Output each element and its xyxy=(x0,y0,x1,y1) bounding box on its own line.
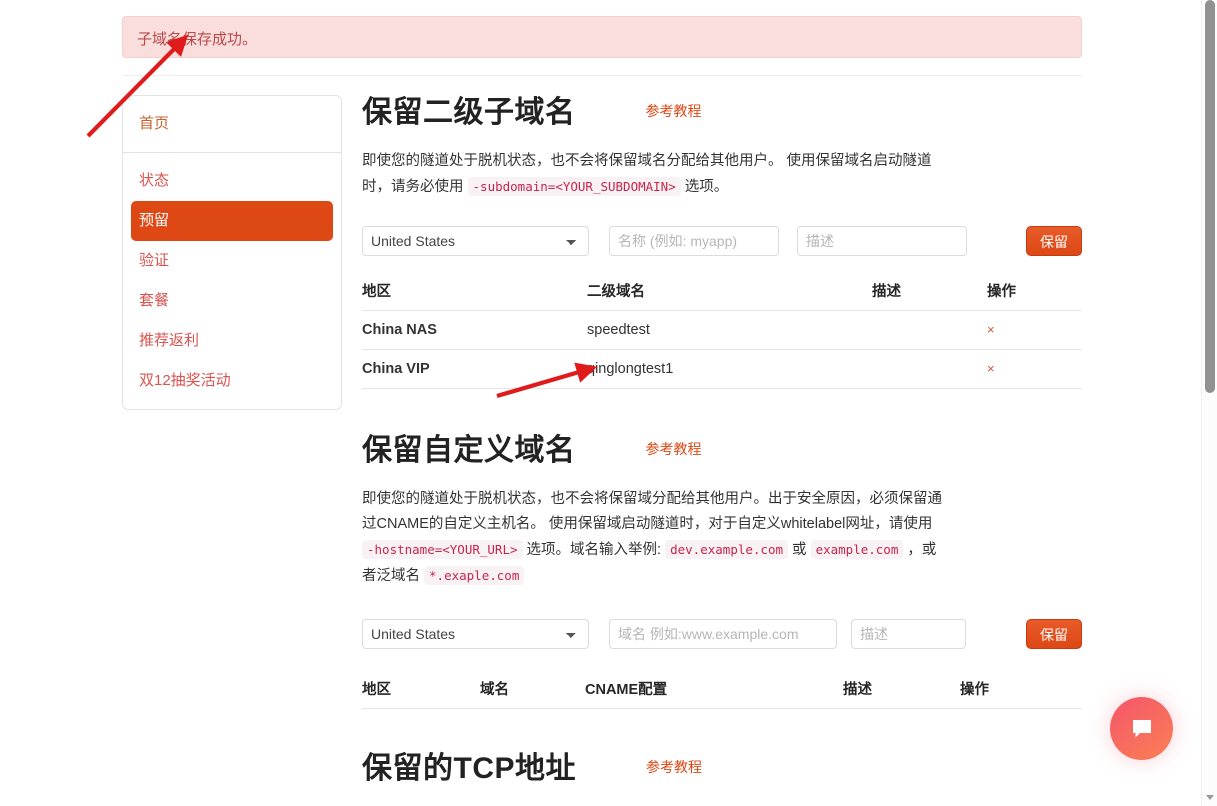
success-alert: 子域名保存成功。 xyxy=(122,16,1082,58)
subdomain-row0-desc xyxy=(872,310,987,350)
customdomain-example-code-1: dev.example.com xyxy=(665,540,788,559)
subdomain-row1-domain: qinglongtest1 xyxy=(587,349,872,389)
customdomain-desc-text-3: 或 xyxy=(792,542,807,558)
customdomain-th-region: 地区 xyxy=(362,670,480,709)
sidebar-item-referral[interactable]: 推荐返利 xyxy=(123,321,341,361)
subdomain-tutorial-link[interactable]: 参考教程 xyxy=(646,101,702,121)
main-row: 首页 状态 预留 验证 套餐 推荐返利 双12抽奖活动 保留二级子域名 参考教程… xyxy=(122,95,1082,806)
scroll-down-arrow-icon[interactable] xyxy=(1206,795,1214,800)
chat-widget-button[interactable] xyxy=(1110,697,1173,760)
subdomain-th-action: 操作 xyxy=(987,272,1082,311)
scrollbar-thumb[interactable] xyxy=(1205,0,1215,393)
subdomain-row1-desc xyxy=(872,349,987,389)
page-scrollbar[interactable] xyxy=(1201,0,1217,806)
customdomain-tutorial-link[interactable]: 参考教程 xyxy=(646,439,702,459)
main-column: 保留二级子域名 参考教程 即使您的隧道处于脱机状态，也不会将保留域名分配给其他用… xyxy=(342,95,1082,806)
subdomain-reserve-button[interactable]: 保留 xyxy=(1026,226,1082,256)
sidebar-top-section: 首页 xyxy=(123,96,341,152)
customdomain-description: 即使您的隧道处于脱机状态，也不会将保留域分配给其他用户。出于安全原因，必须保留通… xyxy=(362,487,944,589)
subdomain-th-region: 地区 xyxy=(362,272,587,311)
table-row: China VIP qinglongtest1 × xyxy=(362,349,1082,389)
delete-icon[interactable]: × xyxy=(987,361,995,376)
sidebar-item-status[interactable]: 状态 xyxy=(123,161,341,201)
sidebar-item-home[interactable]: 首页 xyxy=(123,104,341,144)
tcp-tutorial-link[interactable]: 参考教程 xyxy=(646,757,702,777)
content-container: 子域名保存成功。 首页 状态 预留 验证 套餐 推荐返利 双12抽奖活动 保留二… xyxy=(122,0,1082,806)
customdomain-reserve-button[interactable]: 保留 xyxy=(1026,619,1082,649)
subdomain-th-desc: 描述 xyxy=(872,272,987,311)
customdomain-desc-input[interactable] xyxy=(851,619,966,649)
subdomain-th-domain: 二级域名 xyxy=(587,272,872,311)
customdomain-table: 地区 域名 CNAME配置 描述 操作 xyxy=(362,670,1082,709)
sidebar-column: 首页 状态 预留 验证 套餐 推荐返利 双12抽奖活动 xyxy=(122,95,342,410)
customdomain-header-row: 地区 域名 CNAME配置 描述 操作 xyxy=(362,670,1082,709)
subdomain-region-select[interactable]: United States xyxy=(362,226,589,256)
table-row: China NAS speedtest × xyxy=(362,310,1082,350)
customdomain-example-code-2: example.com xyxy=(810,540,904,559)
sidebar-nav: 首页 状态 预留 验证 套餐 推荐返利 双12抽奖活动 xyxy=(122,95,342,410)
section-reserved-custom-domain: 保留自定义域名 参考教程 即使您的隧道处于脱机状态，也不会将保留域分配给其他用户… xyxy=(362,433,1082,709)
browser-page: 子域名保存成功。 首页 状态 预留 验证 套餐 推荐返利 双12抽奖活动 保留二… xyxy=(0,0,1217,806)
header-divider xyxy=(122,75,1082,76)
customdomain-title: 保留自定义域名 xyxy=(362,434,576,467)
section-header-customdomain: 保留自定义域名 参考教程 xyxy=(362,433,1082,469)
subdomain-row1-region: China VIP xyxy=(362,349,587,389)
customdomain-region-select[interactable]: United States xyxy=(362,619,589,649)
subdomain-row0-action: × xyxy=(987,310,1082,350)
section-header-subdomain: 保留二级子域名 参考教程 xyxy=(362,95,1082,131)
customdomain-th-action: 操作 xyxy=(960,670,1082,709)
customdomain-th-domain: 域名 xyxy=(480,670,585,709)
tcp-title: 保留的TCP地址 xyxy=(362,752,576,785)
subdomain-description: 即使您的隧道处于脱机状态，也不会将保留域名分配给其他用户。 使用保留域名启动隧道… xyxy=(362,149,940,200)
sidebar-item-plans[interactable]: 套餐 xyxy=(123,281,341,321)
subdomain-table: 地区 二级域名 描述 操作 China NAS speedtest × Chin… xyxy=(362,272,1082,389)
subdomain-title: 保留二级子域名 xyxy=(362,96,576,129)
customdomain-desc-text-1: 即使您的隧道处于脱机状态，也不会将保留域分配给其他用户。出于安全原因，必须保留通… xyxy=(362,491,942,532)
subdomain-table-head: 地区 二级域名 描述 操作 xyxy=(362,272,1082,311)
subdomain-form: United States 保留 xyxy=(362,226,1082,256)
customdomain-form: United States 保留 xyxy=(362,619,1082,649)
subdomain-desc-text-2: 选项。 xyxy=(684,179,729,195)
success-alert-message: 子域名保存成功。 xyxy=(137,31,258,48)
customdomain-example-code-3: *.exaple.com xyxy=(424,566,525,585)
sidebar-main-section: 状态 预留 验证 套餐 推荐返利 双12抽奖活动 xyxy=(123,153,341,409)
customdomain-desc-text-2: 选项。域名输入举例: xyxy=(526,542,662,558)
sidebar-item-lottery[interactable]: 双12抽奖活动 xyxy=(123,361,341,401)
subdomain-header-row: 地区 二级域名 描述 操作 xyxy=(362,272,1082,311)
subdomain-row0-domain: speedtest xyxy=(587,310,872,350)
chat-bubble-icon xyxy=(1132,719,1151,737)
customdomain-table-head: 地区 域名 CNAME配置 描述 操作 xyxy=(362,670,1082,709)
subdomain-desc-input[interactable] xyxy=(797,226,967,256)
page-viewport: 子域名保存成功。 首页 状态 预留 验证 套餐 推荐返利 双12抽奖活动 保留二… xyxy=(0,0,1201,806)
subdomain-name-input[interactable] xyxy=(609,226,779,256)
customdomain-domain-input[interactable] xyxy=(609,619,837,649)
delete-icon[interactable]: × xyxy=(987,322,995,337)
subdomain-row1-action: × xyxy=(987,349,1082,389)
customdomain-flag-code: -hostname=<YOUR_URL> xyxy=(362,540,523,559)
customdomain-th-desc: 描述 xyxy=(843,670,960,709)
subdomain-row0-region: China NAS xyxy=(362,310,587,350)
section-reserved-tcp: 保留的TCP地址 参考教程 可以将保留的TCP地址分配给您的帐户，以便为使用TC… xyxy=(362,751,1082,806)
customdomain-th-cname: CNAME配置 xyxy=(585,670,843,709)
subdomain-flag-code: -subdomain=<YOUR_SUBDOMAIN> xyxy=(467,177,681,196)
section-header-tcp: 保留的TCP地址 参考教程 xyxy=(362,751,1082,787)
subdomain-table-body: China NAS speedtest × China VIP qinglong… xyxy=(362,310,1082,389)
sidebar-item-verify[interactable]: 验证 xyxy=(123,241,341,281)
section-reserved-subdomain: 保留二级子域名 参考教程 即使您的隧道处于脱机状态，也不会将保留域名分配给其他用… xyxy=(362,95,1082,389)
sidebar-item-reserved[interactable]: 预留 xyxy=(131,201,333,241)
